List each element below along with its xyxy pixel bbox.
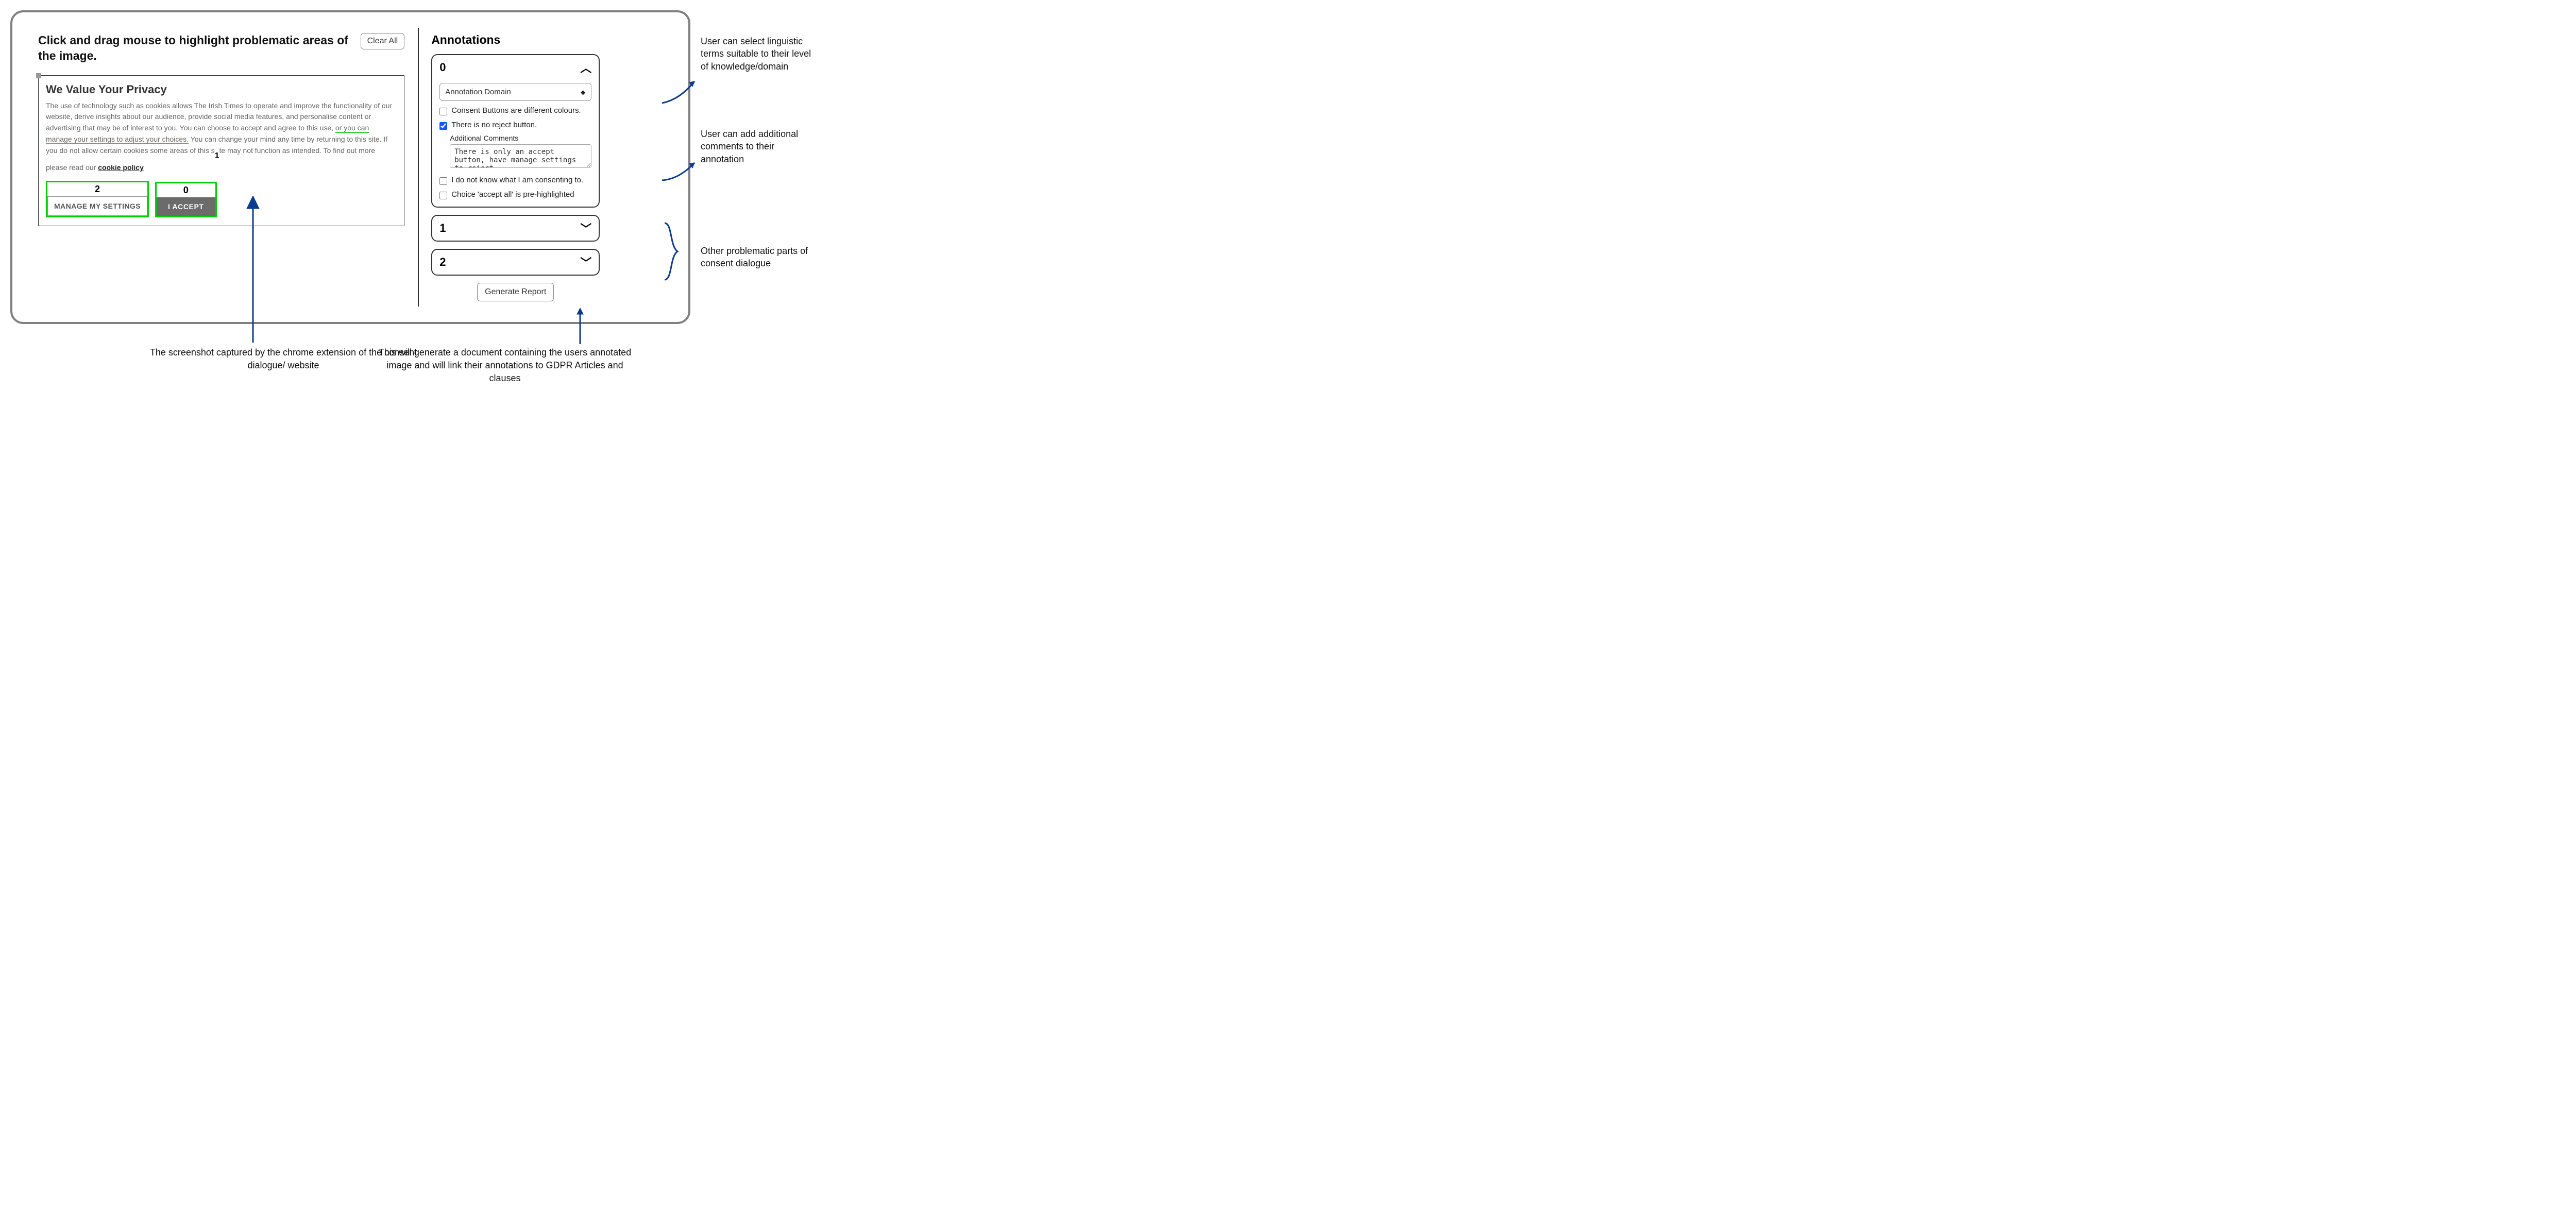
- consent-body: The use of technology such as cookies al…: [46, 100, 397, 174]
- accept-button[interactable]: I ACCEPT: [157, 197, 215, 216]
- chevron-down-icon: ﹀: [580, 220, 591, 236]
- highlight-marker-1: 1: [215, 150, 219, 163]
- check-row[interactable]: Choice 'accept all' is pre-highlighted: [439, 190, 591, 199]
- check-row[interactable]: There is no reject button.: [439, 121, 591, 130]
- check-row[interactable]: I do not know what I am consenting to.: [439, 176, 591, 185]
- resize-handle-icon[interactable]: [36, 73, 41, 78]
- chevron-down-icon: ﹀: [580, 254, 591, 270]
- annotation-number: 1: [439, 222, 446, 235]
- instruction-text: Click and drag mouse to highlight proble…: [38, 33, 350, 64]
- left-panel: Click and drag mouse to highlight proble…: [28, 28, 415, 307]
- checkbox[interactable]: [439, 122, 447, 130]
- checkbox[interactable]: [439, 108, 447, 115]
- annotation-card-1: 1 ﹀: [431, 215, 600, 242]
- annotation-card-2: 2 ﹀: [431, 249, 600, 276]
- highlight-box-2[interactable]: 2 MANAGE MY SETTINGS: [46, 181, 149, 217]
- generate-report-button[interactable]: Generate Report: [477, 283, 554, 301]
- consent-title: We Value Your Privacy: [46, 83, 397, 96]
- highlight-box-0[interactable]: 0 I ACCEPT: [155, 182, 217, 217]
- annotation-domain-select[interactable]: Annotation Domain: [439, 83, 591, 101]
- annotation-header-0[interactable]: 0 ︿: [432, 55, 599, 80]
- additional-comments-input[interactable]: [450, 144, 591, 168]
- check-label: I do not know what I am consenting to.: [451, 176, 583, 184]
- check-label: Choice 'accept all' is pre-highlighted: [451, 190, 574, 199]
- callout-domain: User can select linguistic terms suitabl…: [701, 35, 814, 73]
- annotations-panel: Annotations 0 ︿ Annotation Domain ◆: [418, 28, 605, 307]
- callout-comments: User can add additional comments to thei…: [701, 128, 809, 165]
- checkbox[interactable]: [439, 192, 447, 199]
- annotations-title: Annotations: [431, 33, 600, 47]
- clear-all-button[interactable]: Clear All: [361, 33, 405, 49]
- annotation-number: 0: [439, 61, 446, 74]
- caption-report: This will generate a document containing…: [371, 346, 639, 385]
- annotation-number: 2: [439, 256, 446, 269]
- check-label: Consent Buttons are different colours.: [451, 106, 581, 115]
- check-row[interactable]: Consent Buttons are different colours.: [439, 106, 591, 115]
- manage-settings-button[interactable]: MANAGE MY SETTINGS: [47, 196, 147, 216]
- consent-screenshot[interactable]: We Value Your Privacy The use of technol…: [38, 75, 404, 226]
- main-frame: Click and drag mouse to highlight proble…: [10, 10, 690, 324]
- checkbox[interactable]: [439, 177, 447, 185]
- callout-other: Other problematic parts of consent dialo…: [701, 245, 809, 270]
- annotation-card-0: 0 ︿ Annotation Domain ◆ Consent Buttons …: [431, 54, 600, 208]
- highlight-marker-0: 0: [183, 183, 189, 197]
- check-label: There is no reject button.: [451, 121, 537, 129]
- annotation-header-2[interactable]: 2 ﹀: [432, 250, 599, 275]
- annotation-header-1[interactable]: 1 ﹀: [432, 216, 599, 241]
- highlight-marker-2: 2: [95, 182, 100, 196]
- cookie-policy-link[interactable]: cookie policy: [98, 163, 144, 172]
- chevron-up-icon: ︿: [580, 59, 591, 76]
- additional-comments-label: Additional Comments: [450, 134, 591, 142]
